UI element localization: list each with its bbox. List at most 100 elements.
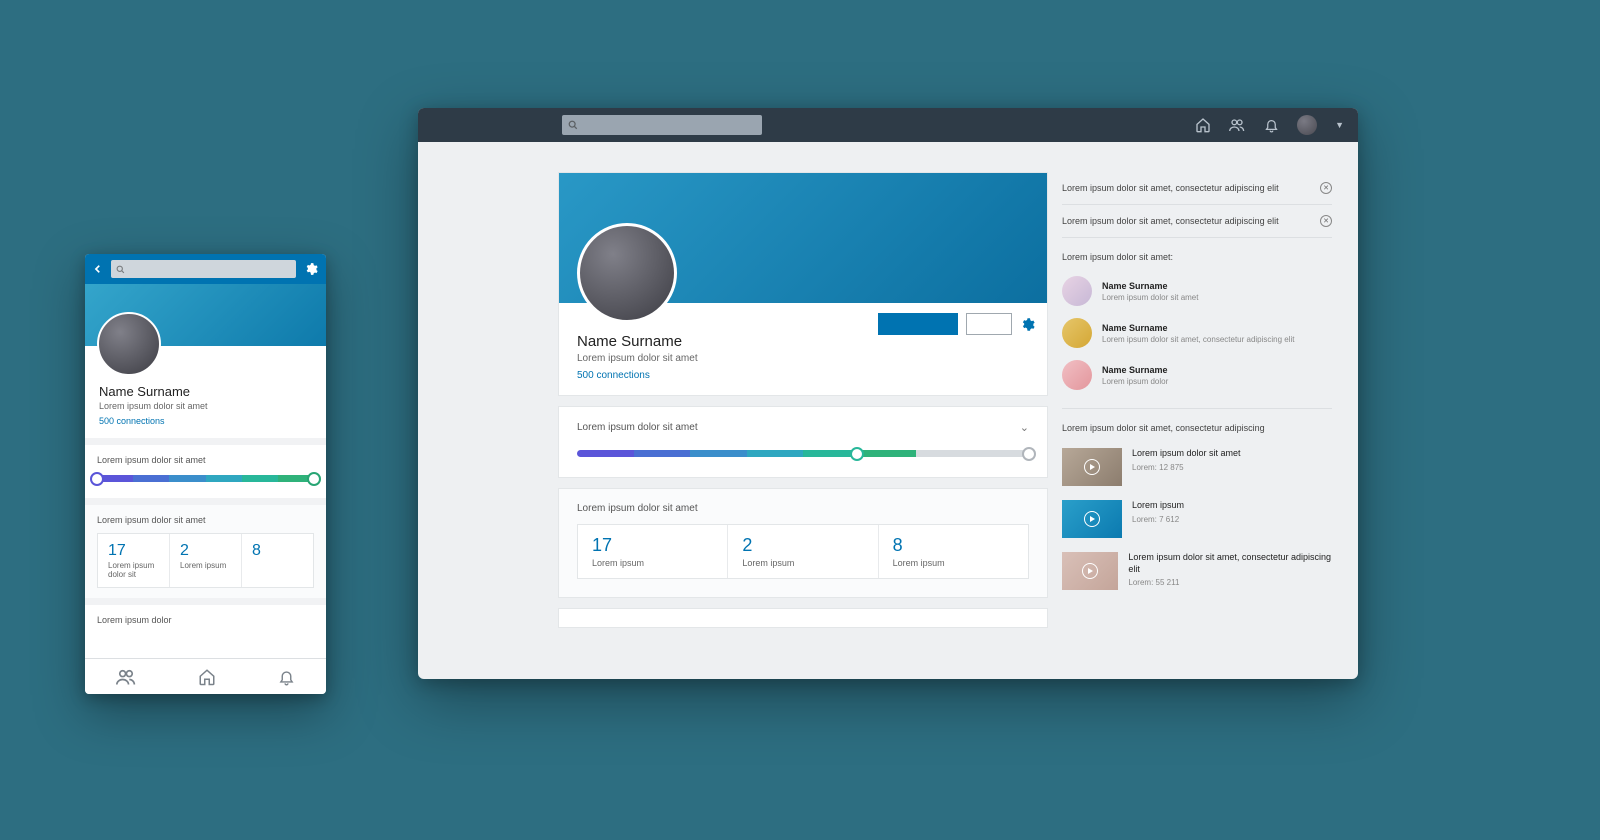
search-input[interactable] [578,120,756,131]
mobile-topbar [85,254,326,284]
progress-label: Lorem ipsum dolor sit amet [577,422,698,433]
progress-card: Lorem ipsum dolor sit amet [85,445,326,498]
stats-card: Lorem ipsum dolor sit amet 17Lorem ipsum… [85,505,326,598]
progress-segment [169,475,205,482]
progress-end-knob[interactable] [1022,447,1036,461]
profile-subtitle: Lorem ipsum dolor sit amet [99,401,312,411]
stat-cell[interactable]: 8 Lorem ipsum [879,525,1028,578]
notice-text: Lorem ipsum dolor sit amet, consectetur … [1062,182,1312,194]
progress-segment [860,450,917,457]
person-item[interactable]: Name SurnameLorem ipsum dolor sit amet [1062,270,1332,312]
tab-bar [85,658,326,694]
video-count: Lorem: 12 875 [1132,463,1241,472]
stats-label: Lorem ipsum dolor sit amet [577,503,1029,514]
home-icon[interactable] [1195,117,1211,133]
video-count: Lorem: 7 612 [1132,515,1184,524]
close-icon[interactable]: ✕ [1320,215,1332,227]
primary-action-button[interactable] [878,313,958,335]
video-title: Lorem ipsum dolor sit amet [1132,448,1241,459]
people-icon[interactable] [1229,117,1245,133]
video-item[interactable]: Lorem ipsum dolor sit amet, consectetur … [1062,545,1332,597]
avatar[interactable] [1297,115,1317,135]
notice-item: Lorem ipsum dolor sit amet, consectetur … [1062,205,1332,238]
progress-start-knob[interactable] [90,472,104,486]
play-icon [1084,459,1100,475]
stat-label: Lorem ipsum [893,558,1014,568]
progress-segment [916,450,973,457]
connections-link[interactable]: 500 connections [577,370,1029,381]
profile-subtitle: Lorem ipsum dolor sit amet [577,353,1029,364]
progress-segment [747,450,804,457]
person-item[interactable]: Name SurnameLorem ipsum dolor sit amet, … [1062,312,1332,354]
stat-cell[interactable]: 17Lorem ipsum dolor sit [98,534,170,587]
stat-label: Lorem ipsum [592,558,713,568]
chevron-down-icon[interactable]: ⌄ [1020,421,1029,434]
stat-value: 2 [742,535,863,556]
progress-bar[interactable] [97,475,314,482]
video-count: Lorem: 55 211 [1128,578,1332,587]
avatar [1062,360,1092,390]
topbar-actions: ▼ [1195,115,1344,135]
search-field[interactable] [111,260,296,278]
video-item[interactable]: Lorem ipsum dolor sit amet Lorem: 12 875 [1062,441,1332,493]
stat-cell[interactable]: 2Lorem ipsum [170,534,242,587]
progress-segment [242,475,278,482]
stat-cell[interactable]: 2 Lorem ipsum [728,525,878,578]
videos-heading: Lorem ipsum dolor sit amet, consectetur … [1062,423,1332,433]
next-card [558,608,1048,628]
stat-label: Lorem ipsum [180,561,231,570]
people-icon[interactable] [116,668,136,686]
notice-text: Lorem ipsum dolor sit amet, consectetur … [1062,215,1312,227]
person-desc: Lorem ipsum dolor sit amet [1102,293,1198,302]
person-desc: Lorem ipsum dolor sit amet, consectetur … [1102,335,1295,344]
video-thumb [1062,552,1118,590]
profile-name: Name Surname [99,384,312,399]
profile-photo[interactable] [97,312,161,376]
search-input[interactable] [125,264,291,274]
progress-segment [133,475,169,482]
person-name: Name Surname [1102,365,1168,375]
desktop-window: ▼ Name Surname Lorem ipsum dolor sit ame… [418,108,1358,679]
progress-bar[interactable] [577,450,1029,457]
person-item[interactable]: Name Surname Lorem ipsum dolor [1062,354,1332,396]
stat-value: 8 [893,535,1014,556]
home-icon[interactable] [198,668,216,686]
search-icon [116,265,125,274]
progress-segment [690,450,747,457]
stat-value: 17 [592,535,713,556]
mobile-window: Name Surname Lorem ipsum dolor sit amet … [85,254,326,694]
bell-icon[interactable] [278,668,295,686]
person-desc: Lorem ipsum dolor [1102,377,1168,386]
progress-knob[interactable] [850,447,864,461]
back-icon[interactable] [93,263,103,275]
stat-label: Lorem ipsum [742,558,863,568]
stat-cell[interactable]: 8 [242,534,313,587]
video-thumb [1062,500,1122,538]
close-icon[interactable]: ✕ [1320,182,1332,194]
stats-label: Lorem ipsum dolor sit amet [97,515,314,525]
video-item[interactable]: Lorem ipsumLorem: 7 612 [1062,493,1332,545]
bell-icon[interactable] [1263,117,1279,133]
people-heading: Lorem ipsum dolor sit amet: [1062,252,1332,262]
progress-segment [634,450,691,457]
play-icon [1082,563,1098,579]
play-icon [1084,511,1100,527]
progress-knob[interactable] [307,472,321,486]
progress-label: Lorem ipsum dolor sit amet [97,455,314,465]
extra-label: Lorem ipsum dolor [97,615,172,625]
chevron-down-icon[interactable]: ▼ [1335,120,1344,130]
search-field[interactable] [562,115,762,135]
gear-icon[interactable] [304,262,318,276]
progress-segment [206,475,242,482]
profile-card: Name Surname Lorem ipsum dolor sit amet … [558,172,1048,396]
stats-card: Lorem ipsum dolor sit amet 17 Lorem ipsum… [558,488,1048,598]
profile-name: Name Surname [577,333,1029,350]
gear-icon[interactable] [1020,317,1035,332]
secondary-action-button[interactable] [966,313,1012,335]
stat-cell[interactable]: 17 Lorem ipsum [578,525,728,578]
stat-value: 8 [252,542,303,560]
profile-card: Name Surname Lorem ipsum dolor sit amet … [85,284,326,438]
stat-label: Lorem ipsum dolor sit [108,561,159,579]
connections-link[interactable]: 500 connections [99,416,312,426]
profile-photo[interactable] [577,223,677,323]
